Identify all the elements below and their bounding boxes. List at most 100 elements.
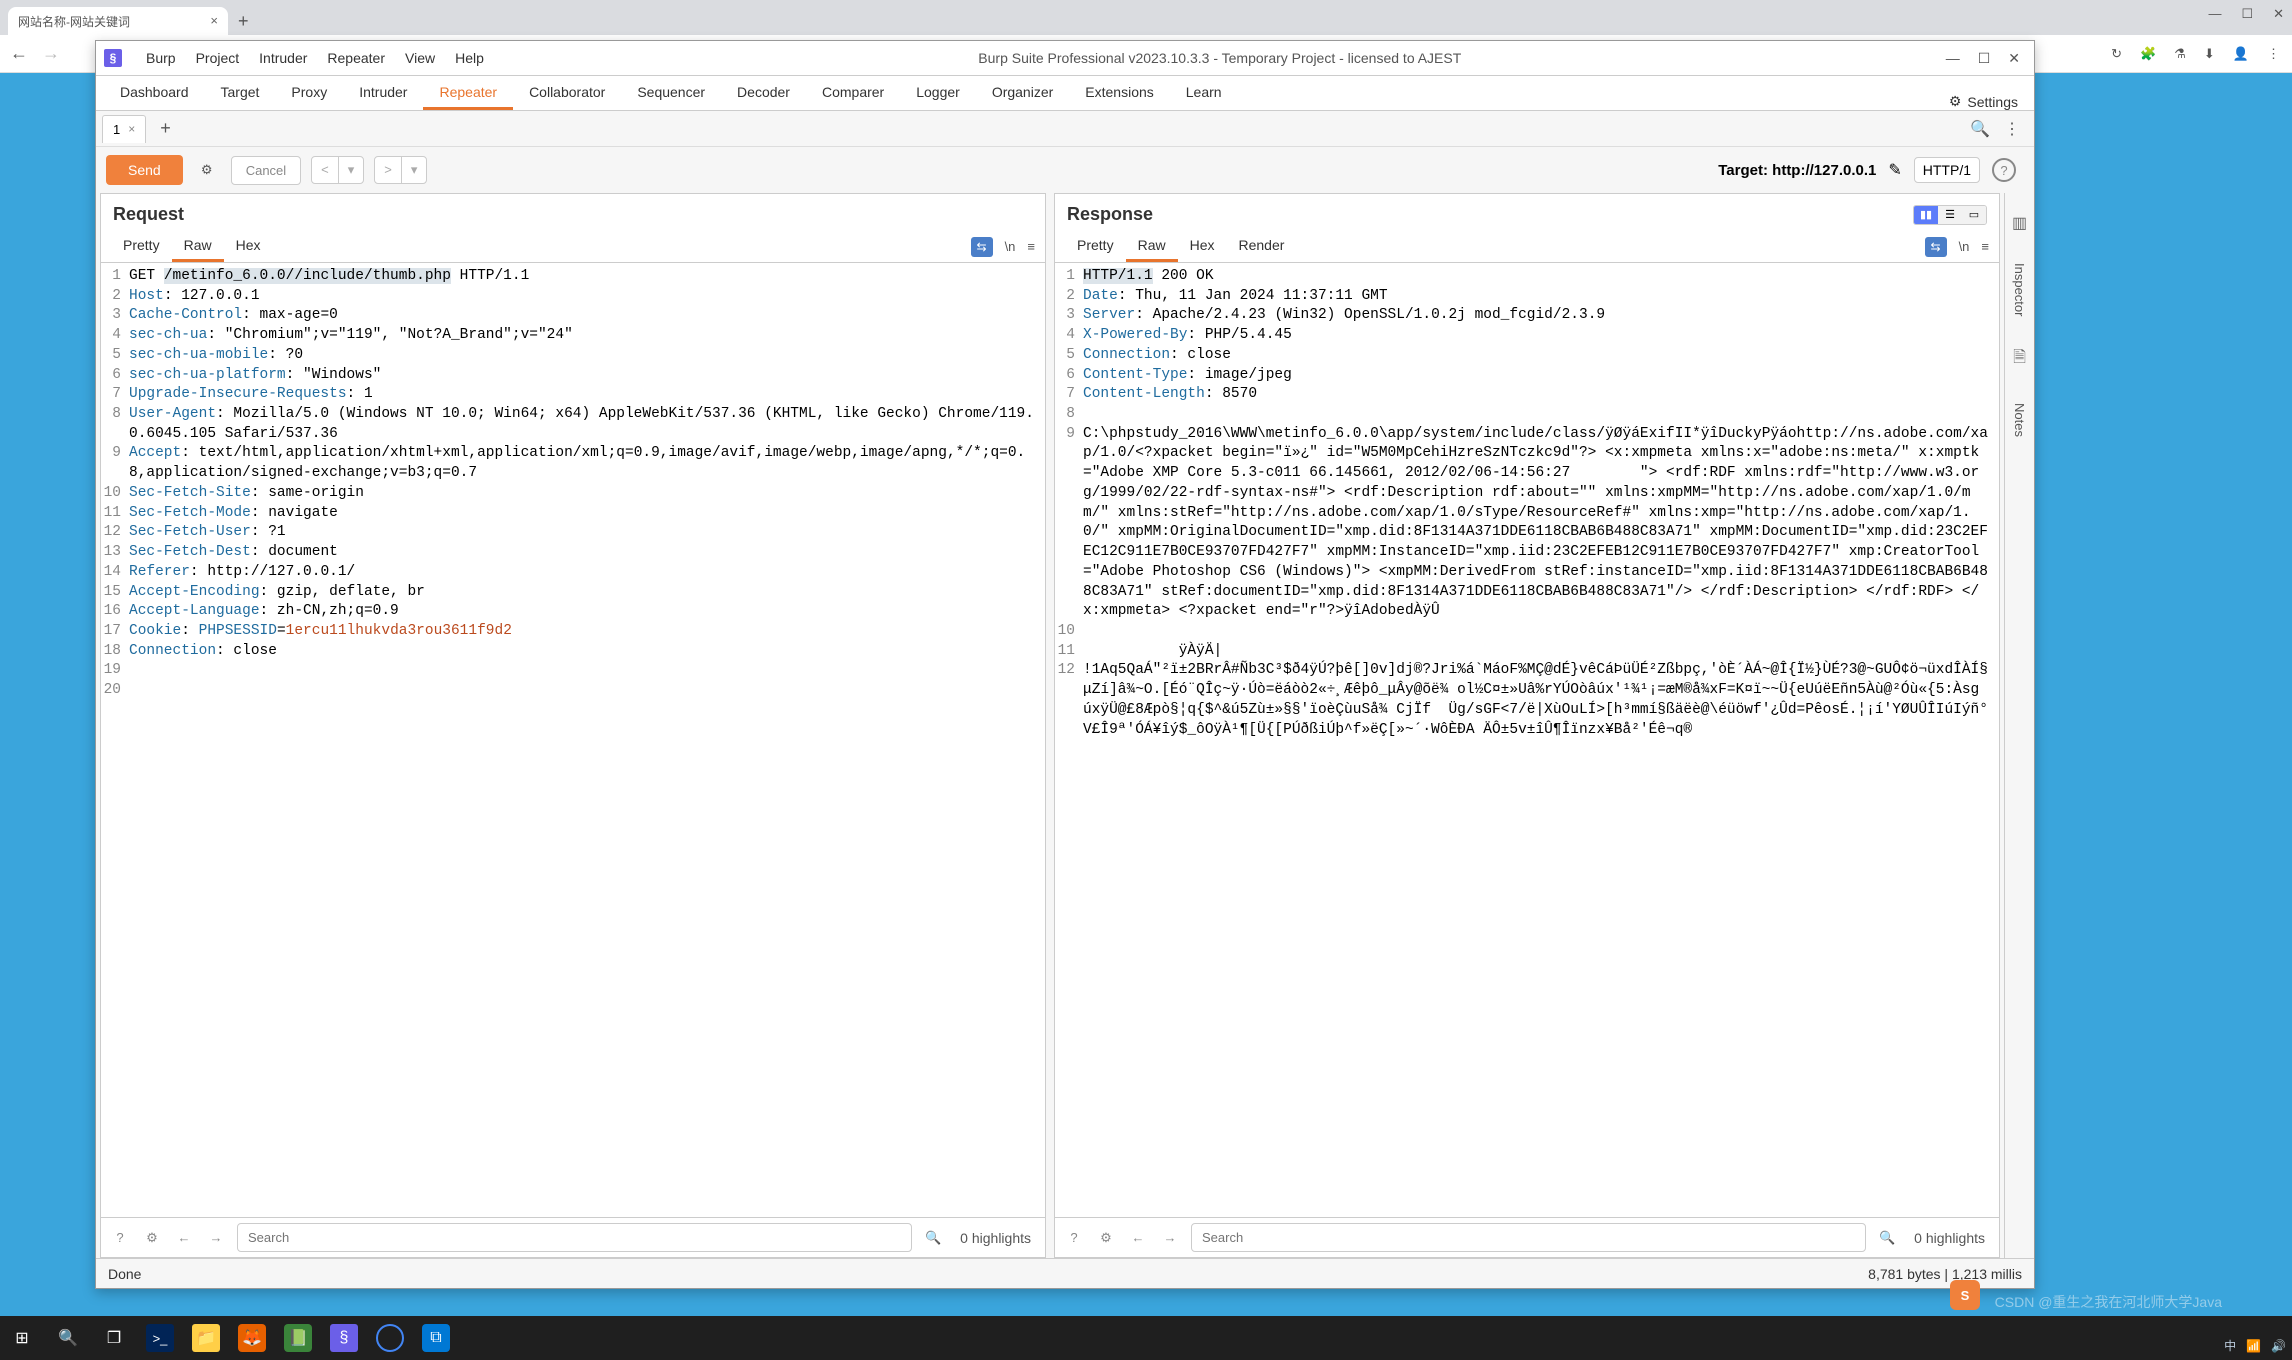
search-icon[interactable]: 🔍: [922, 1230, 944, 1246]
tab-extensions[interactable]: Extensions: [1069, 77, 1169, 110]
app-icon[interactable]: 📗: [284, 1324, 312, 1352]
kebab-menu-icon[interactable]: ⋮: [2004, 119, 2020, 139]
help-icon[interactable]: ?: [109, 1230, 131, 1245]
linewrap-icon[interactable]: \n: [1959, 239, 1970, 254]
menu-repeater[interactable]: Repeater: [317, 50, 395, 66]
tab-organizer[interactable]: Organizer: [976, 77, 1069, 110]
system-tray[interactable]: 中 📶 🔊: [2224, 1337, 2286, 1354]
chevron-right-icon[interactable]: >: [375, 157, 402, 183]
inspector-label[interactable]: Inspector: [2012, 263, 2027, 316]
chevron-left-icon[interactable]: <: [312, 157, 339, 183]
minimize-icon[interactable]: —: [2208, 6, 2221, 22]
inspector-icon[interactable]: ▥: [2012, 213, 2027, 233]
request-search-input[interactable]: [237, 1223, 912, 1252]
sync-icon[interactable]: ↻: [2111, 46, 2122, 62]
back-icon[interactable]: ←: [10, 43, 28, 64]
chevron-down-icon[interactable]: ▾: [402, 157, 427, 183]
taskview-icon[interactable]: ❐: [100, 1324, 128, 1352]
explorer-icon[interactable]: 📁: [192, 1324, 220, 1352]
powershell-icon[interactable]: >_: [146, 1324, 174, 1352]
tab-raw[interactable]: Raw: [172, 231, 224, 262]
profile-icon[interactable]: 👤: [2233, 46, 2249, 62]
menu-help[interactable]: Help: [445, 50, 494, 66]
arrow-right-icon[interactable]: →: [205, 1230, 227, 1245]
close-icon[interactable]: ×: [128, 122, 135, 136]
notes-label[interactable]: Notes: [2012, 403, 2027, 437]
menu-intruder[interactable]: Intruder: [249, 50, 317, 66]
tab-decoder[interactable]: Decoder: [721, 77, 806, 110]
arrow-left-icon[interactable]: ←: [1127, 1230, 1149, 1245]
search-icon[interactable]: 🔍: [1970, 119, 1990, 139]
arrow-left-icon[interactable]: ←: [173, 1230, 195, 1245]
tab-collaborator[interactable]: Collaborator: [513, 77, 621, 110]
linewrap-icon[interactable]: \n: [1005, 239, 1016, 254]
ime-indicator-icon[interactable]: S: [1950, 1280, 1980, 1310]
http-version-toggle[interactable]: HTTP/1: [1914, 157, 1980, 183]
tab-pretty[interactable]: Pretty: [1065, 231, 1126, 262]
chevron-down-icon[interactable]: ▾: [339, 157, 364, 183]
tab-comparer[interactable]: Comparer: [806, 77, 900, 110]
close-tab-icon[interactable]: ×: [210, 13, 218, 28]
start-icon[interactable]: ⊞: [8, 1324, 36, 1352]
send-button[interactable]: Send: [106, 155, 183, 185]
tray-vol-icon[interactable]: 🔊: [2271, 1339, 2286, 1353]
tab-pretty[interactable]: Pretty: [111, 231, 172, 262]
notes-icon[interactable]: 🗎: [2013, 346, 2026, 373]
help-icon[interactable]: ?: [1992, 158, 2016, 182]
menu-view[interactable]: View: [395, 50, 445, 66]
kebab-menu-icon[interactable]: ⋮: [2267, 46, 2280, 62]
hamburger-icon[interactable]: ≡: [1027, 239, 1035, 254]
arrow-right-icon[interactable]: →: [1159, 1230, 1181, 1245]
gear-icon[interactable]: ⚙: [141, 1230, 163, 1246]
layout-single-icon[interactable]: ▭: [1962, 206, 1986, 224]
extensions-icon[interactable]: 🧩: [2140, 46, 2156, 62]
tab-hex[interactable]: Hex: [1178, 231, 1227, 262]
tab-dashboard[interactable]: Dashboard: [104, 77, 205, 110]
pretty-toggle-icon[interactable]: ⇆: [1925, 237, 1947, 257]
layout-rows-icon[interactable]: ☰: [1938, 206, 1962, 224]
menu-project[interactable]: Project: [186, 50, 250, 66]
new-tab-button[interactable]: +: [228, 7, 259, 35]
hamburger-icon[interactable]: ≡: [1981, 239, 1989, 254]
maximize-icon[interactable]: ☐: [1978, 50, 1991, 67]
history-back-group[interactable]: <▾: [311, 156, 364, 184]
tab-intruder[interactable]: Intruder: [343, 77, 423, 110]
close-icon[interactable]: ✕: [2273, 6, 2284, 22]
tab-learn[interactable]: Learn: [1170, 77, 1238, 110]
downloads-icon[interactable]: ⬇: [2204, 46, 2215, 62]
maximize-icon[interactable]: ☐: [2241, 6, 2253, 22]
tab-sequencer[interactable]: Sequencer: [621, 77, 721, 110]
gear-icon[interactable]: ⚙: [193, 156, 221, 184]
menu-burp[interactable]: Burp: [136, 50, 186, 66]
gear-icon[interactable]: ⚙: [1095, 1230, 1117, 1246]
tab-repeater[interactable]: Repeater: [423, 77, 513, 110]
tab-render[interactable]: Render: [1227, 231, 1297, 262]
search-icon[interactable]: 🔍: [1876, 1230, 1898, 1246]
response-search-input[interactable]: [1191, 1223, 1866, 1252]
tab-proxy[interactable]: Proxy: [275, 77, 343, 110]
edit-target-icon[interactable]: ✎: [1888, 160, 1901, 180]
history-fwd-group[interactable]: >▾: [374, 156, 427, 184]
minimize-icon[interactable]: —: [1946, 50, 1960, 67]
search-icon[interactable]: 🔍: [54, 1324, 82, 1352]
tab-hex[interactable]: Hex: [224, 231, 273, 262]
tab-logger[interactable]: Logger: [900, 77, 976, 110]
layout-columns-icon[interactable]: ▮▮: [1914, 206, 1938, 224]
tray-net-icon[interactable]: 📶: [2246, 1339, 2261, 1353]
cancel-button[interactable]: Cancel: [231, 156, 301, 185]
response-viewer[interactable]: 1HTTP/1.1 200 OK2Date: Thu, 11 Jan 2024 …: [1055, 263, 1999, 1217]
tab-raw[interactable]: Raw: [1126, 231, 1178, 262]
settings-button[interactable]: ⚙ Settings: [1941, 93, 2026, 110]
add-repeater-tab[interactable]: +: [150, 118, 181, 139]
tray-lang-icon[interactable]: 中: [2224, 1337, 2236, 1354]
repeater-tab-1[interactable]: 1 ×: [102, 115, 146, 143]
labs-icon[interactable]: ⚗: [2174, 46, 2186, 62]
pretty-toggle-icon[interactable]: ⇆: [971, 237, 993, 257]
browser-tab[interactable]: 网站名称-网站关键词 ×: [8, 7, 228, 35]
burp-taskbar-icon[interactable]: §: [330, 1324, 358, 1352]
layout-toggle[interactable]: ▮▮ ☰ ▭: [1913, 205, 1987, 225]
firefox-icon[interactable]: 🦊: [238, 1324, 266, 1352]
vscode-icon[interactable]: ⧉: [422, 1324, 450, 1352]
request-editor[interactable]: 1GET /metinfo_6.0.0//include/thumb.php H…: [101, 263, 1045, 1217]
tab-target[interactable]: Target: [205, 77, 276, 110]
